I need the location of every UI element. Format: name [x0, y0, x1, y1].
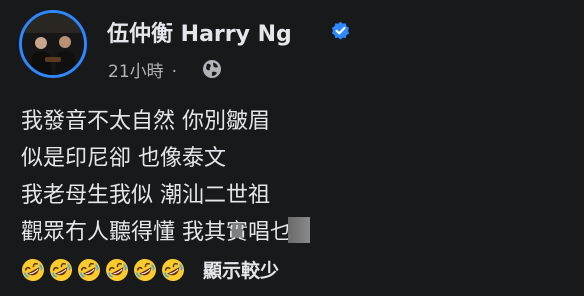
emoji-group: [21, 258, 189, 281]
avatar-photo-icon: [22, 13, 84, 75]
rolling-on-the-floor-laughing-emoji: [134, 258, 156, 281]
author-name[interactable]: 伍仲衡 Harry Ng: [107, 16, 292, 48]
emoji-row: 顯示較少: [21, 256, 279, 286]
post-text-line: 似是印尼卻 也像泰文: [21, 146, 226, 171]
truncation-fade: [288, 217, 310, 243]
meta-separator: ·: [171, 62, 178, 82]
rolling-on-the-floor-laughing-emoji: [22, 258, 44, 281]
globe-icon[interactable]: [202, 59, 222, 79]
post-timestamp[interactable]: 21小時: [108, 62, 164, 82]
rolling-on-the-floor-laughing-emoji: [50, 258, 72, 281]
post-text-line-truncated: 觀眾冇人聽得懂 我其實唱乜: [21, 214, 581, 251]
rolling-on-the-floor-laughing-emoji: [162, 258, 184, 281]
post-body: 我發音不太自然 你別皺眉 似是印尼卻 也像泰文 我老母生我似 潮汕二世祖 觀眾冇…: [21, 103, 581, 251]
rolling-on-the-floor-laughing-emoji: [106, 258, 128, 281]
rolling-on-the-floor-laughing-emoji: [78, 258, 100, 281]
post-text-line: 觀眾冇人聽得懂 我其實唱乜: [21, 220, 292, 245]
see-less-button[interactable]: 顯示較少: [203, 256, 279, 283]
post-text-line: 我老母生我似 潮汕二世祖: [21, 183, 270, 208]
post-meta: 21小時 ·: [108, 57, 183, 82]
verified-badge-icon: [331, 21, 350, 40]
post-text-line: 我發音不太自然 你別皺眉: [21, 109, 270, 134]
avatar[interactable]: [19, 10, 87, 78]
